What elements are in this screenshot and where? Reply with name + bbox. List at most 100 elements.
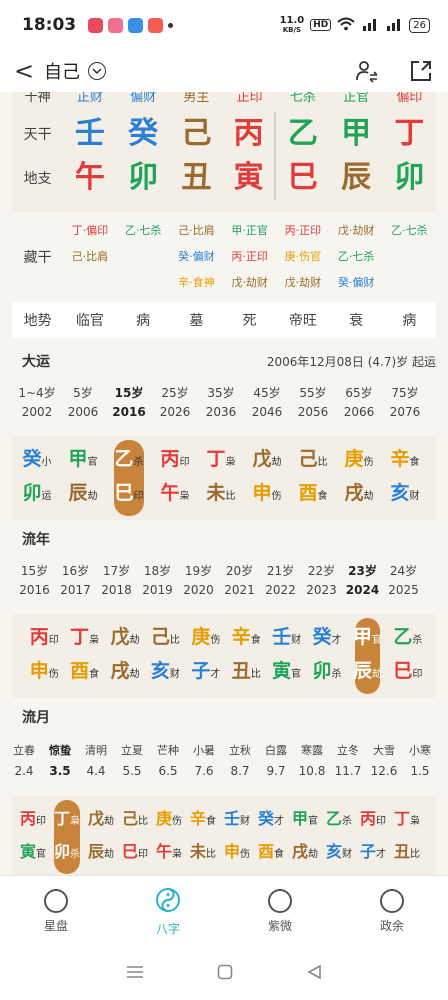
dayun-start: 2006年12月08日 (4.7)岁 起运 xyxy=(266,354,436,369)
dayun-years: 2002 2006 2016 2026 2036 2046 2056 2066 … xyxy=(21,405,421,419)
shishen-cell: 七杀 xyxy=(289,92,316,104)
liuyue-cell[interactable]: 壬财 申伤 xyxy=(220,796,254,875)
liunian-cell[interactable]: 辛食 丑比 xyxy=(226,614,266,698)
liuyue-cell[interactable]: 戊劫 辰劫 xyxy=(84,796,118,875)
dizhi-cell: 午 xyxy=(74,160,105,195)
dayun-cell[interactable]: 癸小 卯运 xyxy=(14,436,60,520)
liuyue-cell[interactable]: 丙印 子才 xyxy=(356,796,390,875)
dizhi-label: 地支 xyxy=(23,171,52,187)
liunian-cell[interactable]: 戊劫 戌劫 xyxy=(105,614,145,698)
dayun-cell[interactable]: 丙印 午枭 xyxy=(152,436,198,520)
chevron-down-icon[interactable] xyxy=(88,62,106,80)
liunian-cell[interactable]: 庚伤 子才 xyxy=(186,614,226,698)
tab-zhengyu[interactable]: 政余 xyxy=(336,876,448,947)
liunian-years: 2016 2017 2018 2019 2020 2021 2022 2023 … xyxy=(19,583,419,597)
liuyue-cell[interactable]: 甲官 戌劫 xyxy=(288,796,322,875)
liuyue-names: 立春 惊蛰 清明 立夏 芒种 小暑 立秋 白露 寒露 立冬 大雪 小寒 xyxy=(13,744,431,757)
liunian-header: 流年 xyxy=(0,520,448,558)
liuyue-cell[interactable]: 丙印 寅官 xyxy=(16,796,50,875)
tab-xingpan[interactable]: 星盘 xyxy=(0,876,112,947)
dishi-cell: 临官 xyxy=(75,313,104,329)
profile-title[interactable]: 自己 xyxy=(44,58,80,84)
dayun-cell-selected[interactable]: 乙杀 巳印 xyxy=(106,436,152,520)
notification-icons xyxy=(88,17,174,33)
tiangan-row: 天干 壬 癸 己 丙 乙 甲 丁 xyxy=(12,104,436,156)
dayun-header: 大运 2006年12月08日 (4.7)岁 起运 xyxy=(0,342,448,380)
scroll-content[interactable]: 十神 正财 偏财 男主 正印 七杀 正官 偏印 天干 壬 癸 己 丙 乙 甲 丁… xyxy=(0,92,448,875)
zanggan-section: 藏干 丁·偏印 己·比肩 乙·七杀 己·比肩 癸·偏财 辛·食神 甲·正官 丙·… xyxy=(12,212,436,302)
hd-icon: HD xyxy=(310,19,332,31)
tiangan-cell: 丙 xyxy=(223,112,277,156)
yin-yang-icon xyxy=(155,887,181,916)
music-app-icon xyxy=(148,17,164,33)
dayun-title: 大运 xyxy=(22,354,50,370)
tiangan-cell: 壬 xyxy=(74,116,105,151)
dizhi-cell: 寅 xyxy=(223,156,277,200)
app-icon-1 xyxy=(88,17,104,33)
dayun-cell[interactable]: 甲官 辰劫 xyxy=(60,436,106,520)
liuyue-header: 流月 xyxy=(0,698,448,736)
liunian-ages: 15岁 16岁 17岁 18岁 19岁 20岁 21岁 22岁 23岁 24岁 xyxy=(20,564,418,578)
liunian-cell[interactable]: 丙印 申伤 xyxy=(24,614,64,698)
liuyue-cell[interactable]: 丁枭 丑比 xyxy=(390,796,424,875)
dishi-cell: 帝旺 xyxy=(288,313,317,329)
dayun-cell[interactable]: 丁枭 未比 xyxy=(198,436,244,520)
network-icon xyxy=(268,889,292,913)
liunian-title: 流年 xyxy=(22,532,50,548)
liunian-cell[interactable]: 壬财 寅官 xyxy=(266,614,306,698)
shishen-cell: 偏印 xyxy=(396,92,423,104)
liunian-cell[interactable]: 乙杀 巳印 xyxy=(388,614,428,698)
dayun-cell[interactable]: 戊劫 申伤 xyxy=(244,436,290,520)
liuyue-cell[interactable]: 辛食 未比 xyxy=(186,796,220,875)
dizhi-cell: 丑 xyxy=(181,160,212,195)
shishen-cell: 正印 xyxy=(236,92,263,104)
system-nav xyxy=(0,947,448,1000)
liuyue-cell[interactable]: 癸才 酉食 xyxy=(254,796,288,875)
signal-icon-2 xyxy=(385,17,403,34)
liuyue-cell[interactable]: 乙杀 亥财 xyxy=(322,796,356,875)
battery-icon: 26 xyxy=(409,17,430,33)
zanggan-col: 乙·七杀 xyxy=(124,224,162,237)
home-icon[interactable] xyxy=(217,964,233,984)
shishen-cell: 男主 xyxy=(183,92,210,104)
tab-ziwei[interactable]: 紫微 xyxy=(224,876,336,947)
signal-icon-1 xyxy=(361,17,379,34)
dishi-cell: 墓 xyxy=(189,313,204,329)
dayun-ganzhi: 癸小 卯运 甲官 辰劫 乙杀 巳印 丙印 午枭 丁枭 未比 戊劫 申伤 己比 酉食 庚伤 戌劫 … xyxy=(12,436,436,520)
dishi-cell: 死 xyxy=(242,313,257,329)
liuyue-title: 流月 xyxy=(22,710,50,726)
liunian-cell[interactable]: 丁枭 酉食 xyxy=(64,614,104,698)
status-time: 18:03 xyxy=(22,15,77,35)
net-speed: 11.0 KB/S xyxy=(279,14,305,34)
zanggan-col: 己·比肩 癸·偏财 辛·食神 xyxy=(178,224,215,289)
back-button[interactable]: < xyxy=(14,57,40,85)
menu-icon[interactable] xyxy=(126,964,144,983)
dizhi-cell: 卯 xyxy=(394,160,425,195)
more-notifications-dot xyxy=(168,22,174,28)
dayun-cell[interactable]: 庚伤 戌劫 xyxy=(336,436,382,520)
zanggan-label: 藏干 xyxy=(23,250,52,266)
share-icon[interactable] xyxy=(408,58,434,84)
dayun-cell[interactable]: 己比 酉食 xyxy=(290,436,336,520)
dayun-cell[interactable]: 辛食 亥财 xyxy=(382,436,428,520)
liuyue-cell[interactable]: 己比 巳印 xyxy=(118,796,152,875)
bazi-pillars-card: 十神 正财 偏财 男主 正印 七杀 正官 偏印 天干 壬 癸 己 丙 乙 甲 丁… xyxy=(12,92,436,212)
zanggan-col: 甲·正官 丙·正印 戊·劫财 xyxy=(231,224,268,289)
liuyue-cell-selected[interactable]: 丁枭 卯杀 xyxy=(50,796,84,875)
switch-user-icon[interactable] xyxy=(354,58,380,84)
app-icon-2 xyxy=(108,17,124,33)
liuyue-cell[interactable]: 庚伤 午枭 xyxy=(152,796,186,875)
tiangan-cell: 丁 xyxy=(394,116,425,151)
liunian-cell-selected[interactable]: 甲官 辰劫 xyxy=(347,614,387,698)
zanggan-col: 丁·偏印 己·比肩 xyxy=(71,224,109,263)
wifi-icon xyxy=(337,17,355,34)
tiangan-cell: 癸 xyxy=(128,116,159,151)
liunian-cell[interactable]: 癸才 卯杀 xyxy=(307,614,347,698)
back-triangle-icon[interactable] xyxy=(306,964,322,984)
liunian-cell[interactable]: 己比 亥财 xyxy=(145,614,185,698)
dizhi-row: 地支 午 卯 丑 寅 巳 辰 卯 xyxy=(12,156,436,212)
tiangan-cell: 乙 xyxy=(287,116,318,151)
liunian-ganzhi: 丙印 申伤 丁枭 酉食 戊劫 戌劫 己比 亥财 庚伤 子才 辛食 丑比 壬财 寅官 癸才 卯杀 … xyxy=(12,614,436,698)
shishen-row: 十神 正财 偏财 男主 正印 七杀 正官 偏印 xyxy=(12,92,436,104)
tab-bazi[interactable]: 八字 xyxy=(112,876,224,947)
